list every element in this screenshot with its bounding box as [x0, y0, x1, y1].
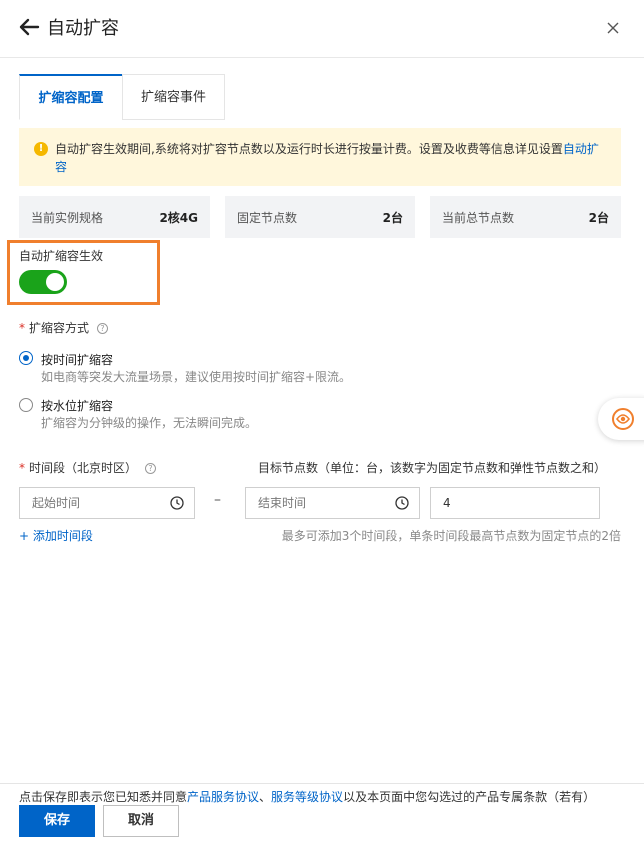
help-icon[interactable]: ?: [145, 463, 157, 474]
time-period-label: * 时间段（北京时区）?: [19, 459, 157, 476]
drawer-footer: 点击保存即表示您已知悉并同意产品服务协议、服务等级协议以及本页面中您勾选过的产品…: [0, 783, 644, 858]
stat-label: 当前总节点数: [442, 211, 515, 225]
target-nodes-label: 目标节点数（单位：台，该数字为固定节点数和弹性节点数之和）: [258, 461, 607, 475]
clock-icon: [170, 496, 184, 510]
scaling-mode-text: 扩缩容方式: [29, 321, 90, 335]
time-period-hint: 最多可添加3个时间段，单条时间段最高节点数为固定节点的2倍: [281, 529, 621, 543]
stat-instance-spec: 当前实例规格 2核4G: [19, 196, 210, 238]
autoscale-toggle[interactable]: [19, 270, 67, 294]
stat-label: 当前实例规格: [31, 211, 104, 225]
drawer-header: 自动扩容: [0, 0, 644, 58]
sla-link[interactable]: 服务等级协议: [271, 790, 343, 804]
agreement-suffix: 以及本页面中您勾选过的产品专属条款（若有）: [343, 790, 596, 804]
service-agreement-link[interactable]: 产品服务协议: [187, 790, 259, 804]
add-time-period-button[interactable]: + 添加时间段: [19, 527, 93, 544]
help-icon[interactable]: ?: [97, 323, 109, 334]
end-time-input[interactable]: [246, 488, 419, 518]
clock-icon: [395, 496, 409, 510]
radio-time-based-title[interactable]: 按时间扩缩容: [41, 351, 113, 368]
toggle-knob: [46, 273, 64, 291]
autoscale-toggle-label: 自动扩缩容生效: [19, 249, 104, 263]
stat-value: 2核4G: [159, 211, 198, 225]
end-time-field[interactable]: [245, 487, 420, 519]
radio-watermark-based-title[interactable]: 按水位扩缩容: [41, 397, 113, 414]
assistant-icon: [612, 408, 634, 430]
agreement-prefix: 点击保存即表示您已知悉并同意: [19, 790, 188, 804]
assistant-float-button[interactable]: [598, 398, 644, 440]
time-period-text: 时间段（北京时区）: [29, 461, 138, 475]
tab-scaling-events[interactable]: 扩缩容事件: [122, 74, 225, 120]
radio-watermark-based-desc: 扩缩容为分钟级的操作，无法瞬间完成。: [41, 416, 258, 430]
scaling-mode-label: * 扩缩容方式?: [19, 319, 109, 336]
required-mark: *: [19, 321, 25, 335]
cancel-button[interactable]: 取消: [103, 805, 179, 837]
start-time-field[interactable]: [19, 487, 195, 519]
billing-notice: ! 自动扩容生效期间,系统将对扩容节点数以及运行时长进行按量计费。设置及收费等信…: [19, 128, 621, 186]
stat-label: 固定节点数: [237, 211, 298, 225]
required-mark: *: [19, 461, 25, 475]
radio-time-based[interactable]: [19, 351, 33, 365]
range-separator: –: [214, 492, 221, 508]
radio-time-based-desc: 如电商等突发大流量场景，建议使用按时间扩缩容+限流。: [41, 370, 352, 384]
start-time-input[interactable]: [20, 488, 194, 518]
stat-value: 2台: [588, 211, 609, 225]
save-button[interactable]: 保存: [19, 805, 95, 837]
target-nodes-input[interactable]: [431, 488, 599, 518]
agreement-separator: 、: [259, 790, 272, 804]
stat-value: 2台: [382, 211, 403, 225]
notice-text: 自动扩容生效期间,系统将对扩容节点数以及运行时长进行按量计费。设置及收费等信息详…: [55, 142, 563, 156]
warning-icon: !: [34, 142, 48, 156]
target-nodes-field[interactable]: [430, 487, 600, 519]
stat-total-nodes: 当前总节点数 2台: [430, 196, 621, 238]
tab-scaling-config[interactable]: 扩缩容配置: [19, 74, 123, 120]
stat-fixed-nodes: 固定节点数 2台: [225, 196, 415, 238]
radio-watermark-based[interactable]: [19, 398, 33, 412]
close-icon[interactable]: [606, 21, 620, 35]
agreement-text: 点击保存即表示您已知悉并同意产品服务协议、服务等级协议以及本页面中您勾选过的产品…: [19, 788, 595, 805]
page-title: 自动扩容: [47, 18, 119, 39]
back-arrow-icon[interactable]: [18, 16, 40, 38]
